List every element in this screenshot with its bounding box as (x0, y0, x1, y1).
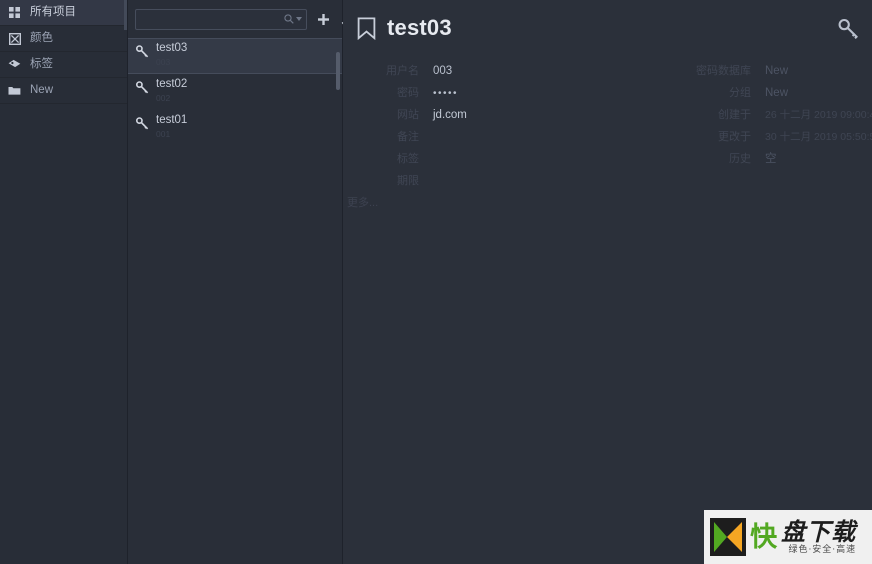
watermark-brand-first: 快 (750, 521, 778, 553)
key-icon (838, 18, 859, 40)
watermark-text: 盘下载 绿色·安全·高速 (781, 520, 856, 555)
field-database: 密码数据库 New (675, 62, 872, 84)
key-icon (136, 81, 149, 95)
sidebar-item-all-items[interactable]: 所有项目 (0, 0, 127, 26)
field-label: 网站 (397, 109, 419, 121)
sidebar-item-label: 颜色 (30, 31, 53, 44)
k-logo-icon (710, 518, 747, 556)
grid-icon (8, 6, 21, 19)
sidebar: 所有项目 颜色 标签 New (0, 0, 128, 564)
search-box[interactable] (135, 8, 307, 30)
field-label: 分组 (729, 87, 751, 99)
list-item-text: test02 002 (156, 78, 187, 103)
field-expiry: 期限 (343, 172, 673, 194)
list-item[interactable]: test03 003 (128, 38, 342, 74)
watermark-tagline: 绿色·安全·高速 (788, 544, 857, 555)
sidebar-item-label: New (30, 83, 54, 96)
list-item-title: test01 (156, 114, 188, 126)
list-item-text: test03 003 (156, 42, 187, 67)
watermark-brand-rest: 盘下载 (781, 517, 857, 546)
field-label: 密码 (397, 87, 419, 99)
entry-list-panel: A Z test03 003 (128, 0, 352, 564)
watermark-logo: 快 盘下载 绿色·安全·高速 (704, 510, 872, 564)
field-label: 备注 (397, 131, 419, 143)
field-tags: 标签 (343, 150, 673, 172)
field-created: 创建于 26 十二月 2019 09:00:42 (675, 106, 872, 128)
sidebar-item-label: 所有项目 (30, 5, 76, 18)
field-value: New (765, 87, 789, 99)
field-label: 标签 (397, 153, 419, 165)
list-item-subtitle: 003 (156, 57, 171, 67)
field-label: 更多... (347, 197, 379, 209)
page-title: test03 (387, 15, 452, 40)
app-window: 所有项目 颜色 标签 New test03 003 test02 002 tes… (0, 0, 872, 564)
tag-icon (8, 58, 21, 71)
sidebar-item-new[interactable]: New (0, 78, 127, 104)
generate-password-button[interactable] (833, 13, 863, 43)
field-notes: 备注 (343, 128, 673, 150)
field-group: 分组 New (675, 84, 872, 106)
field-website: 网站 jd.com (343, 106, 673, 128)
bookmark-icon (357, 17, 376, 40)
field-label: 历史 (729, 153, 751, 165)
list-item-subtitle: 001 (156, 129, 171, 139)
folder-icon (8, 84, 21, 97)
field-value[interactable]: 003 (433, 65, 452, 77)
list-item-title: test03 (156, 42, 188, 54)
sidebar-item-tags[interactable]: 标签 (0, 52, 127, 78)
list-item[interactable]: test01 001 (128, 110, 342, 146)
list-item-title: test02 (156, 78, 188, 90)
detail-fields-right: 密码数据库 New 分组 New 创建于 26 十二月 2019 09:00:4… (673, 62, 872, 216)
detail-header: test03 (343, 0, 872, 56)
field-value: 26 十二月 2019 09:00:42 (765, 109, 872, 121)
field-label: 密码数据库 (696, 65, 751, 77)
search-icon[interactable] (284, 14, 302, 24)
field-label: 期限 (397, 175, 419, 187)
field-value[interactable]: jd.com (433, 109, 467, 121)
search-input[interactable] (142, 9, 284, 29)
field-username: 用户名 003 (343, 62, 673, 84)
palette-icon (8, 32, 21, 45)
add-entry-button[interactable] (314, 9, 332, 29)
field-history: 历史 空 (675, 150, 872, 172)
sidebar-item-colors[interactable]: 颜色 (0, 26, 127, 52)
field-label: 更改于 (718, 131, 751, 143)
list-item-subtitle: 002 (156, 93, 171, 103)
plus-icon (317, 13, 329, 25)
field-value: New (765, 65, 789, 77)
field-value[interactable]: ••••• (433, 88, 458, 99)
list-toolbar: A Z (128, 0, 352, 38)
detail-fields-left: 用户名 003 密码 ••••• 网站 jd.com 备注 标签 期限 更多..… (343, 62, 673, 216)
field-label: 用户名 (386, 65, 419, 77)
field-password: 密码 ••••• (343, 84, 673, 106)
key-icon (136, 45, 149, 59)
field-modified: 更改于 30 十二月 2019 05:50:58 (675, 128, 872, 150)
sidebar-scrollbar[interactable] (124, 0, 127, 30)
sidebar-item-label: 标签 (30, 57, 53, 70)
entry-list: test03 003 test02 002 test01 001 (128, 38, 342, 146)
list-item-text: test01 001 (156, 114, 187, 139)
key-icon (136, 117, 149, 131)
detail-title-wrap: test03 (357, 17, 833, 40)
list-item[interactable]: test02 002 (128, 74, 342, 110)
field-label: 创建于 (718, 109, 751, 121)
chevron-down-icon[interactable] (296, 17, 302, 21)
field-value: 30 十二月 2019 05:50:58 (765, 131, 872, 143)
field-value: 空 (765, 153, 777, 165)
detail-fields: 用户名 003 密码 ••••• 网站 jd.com 备注 标签 期限 更多..… (343, 56, 872, 216)
detail-panel: test03 用户名 003 密码 ••••• 网站 jd.com 备注 标签 … (343, 0, 872, 564)
more-fields-toggle[interactable]: 更多... (343, 194, 673, 216)
entry-list-scrollbar[interactable] (336, 52, 340, 90)
